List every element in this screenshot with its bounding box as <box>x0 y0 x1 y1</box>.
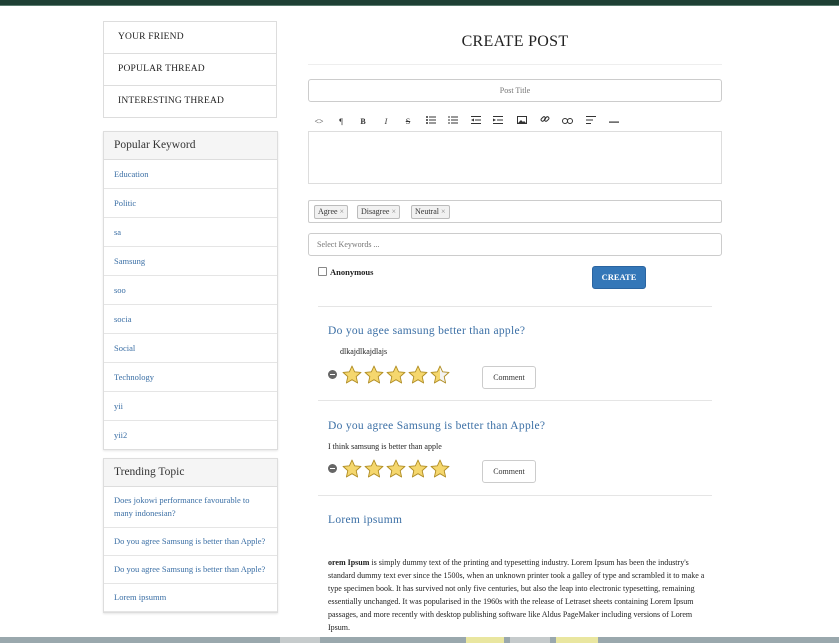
popular-keyword-panel: Popular Keyword Education Politic sa Sam… <box>103 131 278 450</box>
anonymous-option[interactable]: Anonymous <box>318 267 373 277</box>
strikethrough-button[interactable]: S <box>399 112 417 131</box>
sidebar-nav: YOUR FRIEND POPULAR THREAD INTERESTING T… <box>103 21 277 118</box>
clear-rating-icon[interactable] <box>328 464 337 473</box>
post-body: I think samsung is better than apple <box>328 442 442 451</box>
anonymous-label: Anonymous <box>330 267 374 277</box>
code-view-button[interactable]: <> <box>310 112 328 131</box>
star-icon[interactable] <box>342 365 362 385</box>
divider <box>318 400 712 401</box>
comment-button[interactable]: Comment <box>482 366 536 389</box>
tag-label: Agree <box>318 207 338 216</box>
clear-rating-icon[interactable] <box>328 370 337 379</box>
post-body-text: is simply dummy text of the printing and… <box>328 558 705 632</box>
trending-topic-link[interactable]: Lorem ipsumm <box>104 584 277 612</box>
popular-keyword-heading: Popular Keyword <box>104 132 277 160</box>
divider <box>318 495 712 496</box>
tag-neutral: Neutral × <box>411 205 450 219</box>
unlink-icon[interactable] <box>558 112 576 131</box>
post-body: orem Ipsum is simply dummy text of the p… <box>328 556 706 634</box>
title-divider <box>308 64 722 65</box>
unordered-list-icon[interactable] <box>422 112 440 131</box>
tag-label: Neutral <box>415 207 439 216</box>
keyword-link[interactable]: Social <box>104 334 277 363</box>
keyword-link[interactable]: Education <box>104 160 277 189</box>
nav-item-popular-thread[interactable]: POPULAR THREAD <box>104 54 276 86</box>
post-title-link[interactable]: Do you agree Samsung is better than Appl… <box>328 420 545 432</box>
editor-toolbar: <> ¶ B I S <box>308 112 722 131</box>
horizontal-rule-icon[interactable] <box>605 112 623 131</box>
link-icon[interactable] <box>536 112 554 131</box>
post-title-link[interactable]: Do you agee samsung better than apple? <box>328 325 525 337</box>
trending-topic-panel: Trending Topic Does jokowi performance f… <box>103 458 278 613</box>
star-icon[interactable] <box>430 365 450 385</box>
bold-button[interactable]: B <box>354 112 372 131</box>
top-bar-line <box>0 5 839 6</box>
outdent-icon[interactable] <box>467 112 485 131</box>
star-icon[interactable] <box>408 365 428 385</box>
post-title-input[interactable] <box>308 79 722 102</box>
ordered-list-icon[interactable] <box>444 112 462 131</box>
indent-icon[interactable] <box>489 112 507 131</box>
post-body-lead: orem Ipsum <box>328 558 370 567</box>
tag-label: Disagree <box>361 207 390 216</box>
bottom-strip-block <box>280 637 320 643</box>
comment-button[interactable]: Comment <box>482 460 536 483</box>
italic-button[interactable]: I <box>377 112 395 131</box>
keyword-link[interactable]: sa <box>104 218 277 247</box>
keyword-link[interactable]: Technology <box>104 363 277 392</box>
post-body: dlkajdlkajdlajs <box>340 347 388 356</box>
divider <box>318 306 712 307</box>
stance-tags-input[interactable]: Agree × Disagree × Neutral × <box>308 200 722 223</box>
anonymous-checkbox[interactable] <box>318 267 327 276</box>
paragraph-button[interactable]: ¶ <box>332 112 350 131</box>
nav-item-your-friend[interactable]: YOUR FRIEND <box>104 22 276 54</box>
trending-topic-heading: Trending Topic <box>104 459 277 487</box>
create-button[interactable]: CREATE <box>592 266 646 289</box>
align-left-icon[interactable] <box>582 112 600 131</box>
keywords-select[interactable] <box>308 233 722 256</box>
remove-tag-icon[interactable]: × <box>441 207 446 216</box>
star-icon[interactable] <box>430 459 450 479</box>
image-icon[interactable] <box>513 112 531 131</box>
remove-tag-icon[interactable]: × <box>391 207 396 216</box>
star-icon[interactable] <box>342 459 362 479</box>
keyword-link[interactable]: Politic <box>104 189 277 218</box>
page-title: CREATE POST <box>461 33 569 50</box>
keyword-link[interactable]: socia <box>104 305 277 334</box>
trending-topic-link[interactable]: Do you agree Samsung is better than Appl… <box>104 528 277 556</box>
keyword-link[interactable]: yii2 <box>104 421 277 449</box>
star-icon[interactable] <box>386 459 406 479</box>
bottom-strip-block <box>466 637 504 643</box>
post-content-editor[interactable] <box>308 131 722 184</box>
post-title-link[interactable]: Lorem ipsumm <box>328 514 402 526</box>
star-icon[interactable] <box>386 365 406 385</box>
star-icon[interactable] <box>408 459 428 479</box>
tag-disagree: Disagree × <box>357 205 400 219</box>
trending-topic-link[interactable]: Do you agree Samsung is better than Appl… <box>104 556 277 584</box>
bottom-strip-block <box>510 637 550 643</box>
trending-topic-link[interactable]: Does jokowi performance favourable to ma… <box>104 487 277 528</box>
keyword-link[interactable]: yii <box>104 392 277 421</box>
tag-agree: Agree × <box>314 205 349 219</box>
bottom-strip-block <box>556 637 598 643</box>
bottom-strip <box>0 637 839 643</box>
keyword-link[interactable]: soo <box>104 276 277 305</box>
star-icon[interactable] <box>364 365 384 385</box>
nav-item-interesting-thread[interactable]: INTERESTING THREAD <box>104 86 276 117</box>
remove-tag-icon[interactable]: × <box>340 207 345 216</box>
keyword-link[interactable]: Samsung <box>104 247 277 276</box>
star-icon[interactable] <box>364 459 384 479</box>
